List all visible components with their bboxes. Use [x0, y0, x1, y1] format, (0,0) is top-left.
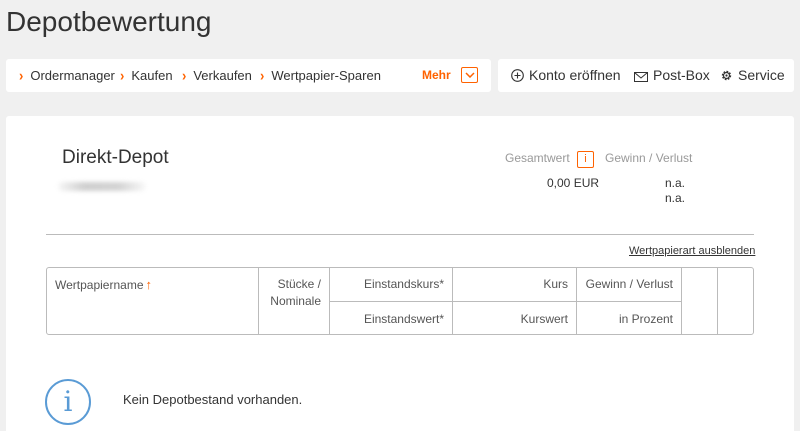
- chevron-right-icon: ›: [182, 67, 187, 84]
- service-label: Service: [738, 67, 785, 83]
- column-header-cost-value: Einstandswert*: [363, 312, 444, 326]
- depot-panel: Direkt-Depot Gesamtwert i Gewinn / Verlu…: [6, 116, 794, 431]
- envelope-icon: [634, 72, 648, 82]
- empty-state-message: Kein Depotbestand vorhanden.: [123, 392, 303, 407]
- nav-item-label: Verkaufen: [193, 68, 252, 83]
- page-title: Depotbewertung: [6, 6, 212, 37]
- open-account-label: Konto eröffnen: [529, 67, 621, 83]
- row-divider: [329, 301, 681, 302]
- nav-item-label: Ordermanager: [30, 68, 115, 83]
- column-header-profit-percent: in Prozent: [618, 312, 673, 326]
- plus-circle-icon: [511, 69, 524, 82]
- chevron-down-icon: [465, 72, 475, 78]
- column-header-pieces: Stücke /: [277, 277, 321, 291]
- column-header-price: Kurs: [543, 277, 568, 291]
- nav-item-ordermanager[interactable]: › Ordermanager: [19, 59, 115, 92]
- column-header-name-label: Wertpapiername: [55, 278, 144, 292]
- open-account-link[interactable]: Konto eröffnen: [511, 59, 621, 92]
- chevron-right-icon: ›: [260, 67, 265, 84]
- total-value: 0,00 EUR: [547, 176, 600, 190]
- nav-item-label: Wertpapier-Sparen: [271, 68, 381, 83]
- info-circle-icon: i: [45, 379, 91, 425]
- sort-arrow-up-icon: ↑: [145, 277, 153, 292]
- total-value-label: Gesamtwert: [505, 151, 570, 165]
- profit-loss-label: Gewinn / Verlust: [605, 151, 693, 165]
- column-header-market-value: Kurswert: [520, 312, 568, 326]
- column-header-name[interactable]: Wertpapiername ↑: [55, 277, 152, 292]
- column-divider: [681, 268, 682, 334]
- info-icon[interactable]: i: [577, 151, 594, 168]
- service-bar: Konto eröffnen Post-Box Service: [498, 59, 794, 92]
- column-header-nominal: Nominale: [270, 294, 321, 308]
- more-dropdown-button[interactable]: [461, 67, 478, 83]
- column-header-cost-price: Einstandskurs*: [363, 277, 444, 291]
- more-link[interactable]: Mehr: [422, 59, 451, 92]
- nav-item-verkaufen[interactable]: › Verkaufen: [182, 59, 252, 92]
- service-link[interactable]: Service: [720, 59, 785, 92]
- column-divider: [717, 268, 718, 334]
- nav-item-kaufen[interactable]: › Kaufen: [120, 59, 173, 92]
- gear-icon: [721, 70, 732, 81]
- chevron-right-icon: ›: [19, 67, 24, 84]
- chevron-right-icon: ›: [120, 67, 125, 84]
- nav-bar: › Ordermanager › Kaufen › Verkaufen › Wertpa…: [6, 59, 491, 92]
- redacted-account-number: [58, 182, 146, 191]
- hide-security-type-link[interactable]: Wertpapierart ausblenden: [629, 245, 755, 257]
- nav-item-wertpapier-sparen[interactable]: › Wertpapier-Sparen: [260, 59, 381, 92]
- column-header-profit-loss: Gewinn / Verlust: [585, 277, 673, 291]
- post-box-label: Post-Box: [653, 67, 710, 83]
- profit-loss-value: n.a.: [665, 176, 686, 190]
- divider: [46, 234, 754, 235]
- holdings-table: Wertpapiername ↑ Stücke / Nominale Einsta…: [46, 267, 754, 335]
- depot-name: Direkt-Depot: [62, 147, 169, 168]
- profit-loss-percent: n.a.: [665, 191, 686, 205]
- nav-item-label: Kaufen: [131, 68, 173, 83]
- post-box-link[interactable]: Post-Box: [634, 59, 710, 92]
